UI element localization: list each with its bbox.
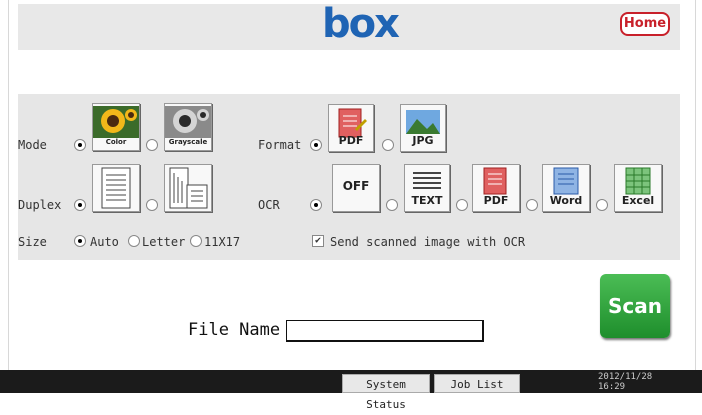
job-list-button[interactable]: Job List xyxy=(434,374,520,393)
double-sided-pages-icon xyxy=(169,167,208,209)
ocr-text-radio[interactable] xyxy=(386,199,398,211)
duplex-single-radio[interactable] xyxy=(74,199,86,211)
ocr-excel-radio[interactable] xyxy=(596,199,608,211)
ocr-pdf-tile[interactable]: PDF xyxy=(472,164,520,212)
ocr-word-tile[interactable]: Word xyxy=(542,164,590,212)
size-letter-radio[interactable] xyxy=(128,235,140,247)
ocr-word-caption: Word xyxy=(549,194,583,207)
sunflower-icon xyxy=(93,106,139,138)
ocr-pdf-radio[interactable] xyxy=(456,199,468,211)
format-pdf-caption: PDF xyxy=(338,134,364,147)
time-text: 16:29 xyxy=(598,382,626,392)
mode-grayscale-caption: Grayscale xyxy=(168,138,208,146)
ocr-text-caption: TEXT xyxy=(411,194,443,207)
box-logo: box xyxy=(322,1,400,47)
date-time: 2012/11/28 16:29 xyxy=(598,372,652,392)
date-text: 2012/11/28 xyxy=(598,372,653,382)
mode-color-tile[interactable]: Color xyxy=(92,103,140,151)
grayscale-flower-icon xyxy=(165,106,211,138)
format-pdf-tile[interactable]: PDF xyxy=(328,104,374,152)
duplex-double-radio[interactable] xyxy=(146,199,158,211)
mode-label: Mode xyxy=(18,138,47,152)
mode-color-radio[interactable] xyxy=(74,139,86,151)
ocr-excel-caption: Excel xyxy=(621,194,655,207)
duplex-single-tile[interactable] xyxy=(92,164,140,212)
duplex-label: Duplex xyxy=(18,198,62,212)
format-label: Format xyxy=(258,138,302,152)
size-label: Size xyxy=(18,235,47,249)
excel-spreadsheet-icon xyxy=(625,167,651,195)
mode-grayscale-radio[interactable] xyxy=(146,139,158,151)
format-pdf-radio[interactable] xyxy=(310,139,322,151)
mode-grayscale-tile[interactable]: Grayscale xyxy=(164,103,212,151)
format-jpg-tile[interactable]: JPG xyxy=(400,104,446,152)
ocr-label: OCR xyxy=(258,198,280,212)
size-11x17-radio[interactable] xyxy=(190,235,202,247)
word-document-icon xyxy=(553,167,579,195)
single-sided-page-icon xyxy=(101,167,131,209)
text-lines-icon xyxy=(413,172,441,189)
scan-button[interactable]: Scan xyxy=(600,274,670,338)
ocr-off-radio[interactable] xyxy=(310,199,322,211)
size-auto-label: Auto xyxy=(90,235,119,249)
send-with-ocr-checkbox[interactable]: ✔ xyxy=(312,235,324,247)
size-auto-radio[interactable] xyxy=(74,235,86,247)
mode-color-caption: Color xyxy=(105,138,127,146)
duplex-double-tile[interactable] xyxy=(164,164,212,212)
ocr-pdf-caption: PDF xyxy=(483,194,509,207)
ocr-off-tile[interactable]: OFF xyxy=(332,164,380,212)
size-letter-label: Letter xyxy=(142,235,186,249)
ocr-text-tile[interactable]: TEXT xyxy=(404,164,450,212)
scanner-screen: box Home Mode Color Grayscale Format PDF… xyxy=(0,0,702,411)
home-button[interactable]: Home xyxy=(620,12,670,36)
landscape-photo-icon xyxy=(406,110,440,134)
ocr-excel-tile[interactable]: Excel xyxy=(614,164,662,212)
format-jpg-caption: JPG xyxy=(412,134,434,147)
file-name-input[interactable] xyxy=(286,320,484,342)
format-jpg-radio[interactable] xyxy=(382,139,394,151)
file-name-label: File Name xyxy=(188,320,281,340)
ocr-word-radio[interactable] xyxy=(526,199,538,211)
pdf-document-icon xyxy=(483,167,507,195)
system-status-button[interactable]: System Status xyxy=(342,374,430,411)
size-11x17-label: 11X17 xyxy=(204,235,241,249)
ocr-off-caption: OFF xyxy=(342,179,370,193)
send-with-ocr-label: Send scanned image with OCR xyxy=(330,235,526,249)
